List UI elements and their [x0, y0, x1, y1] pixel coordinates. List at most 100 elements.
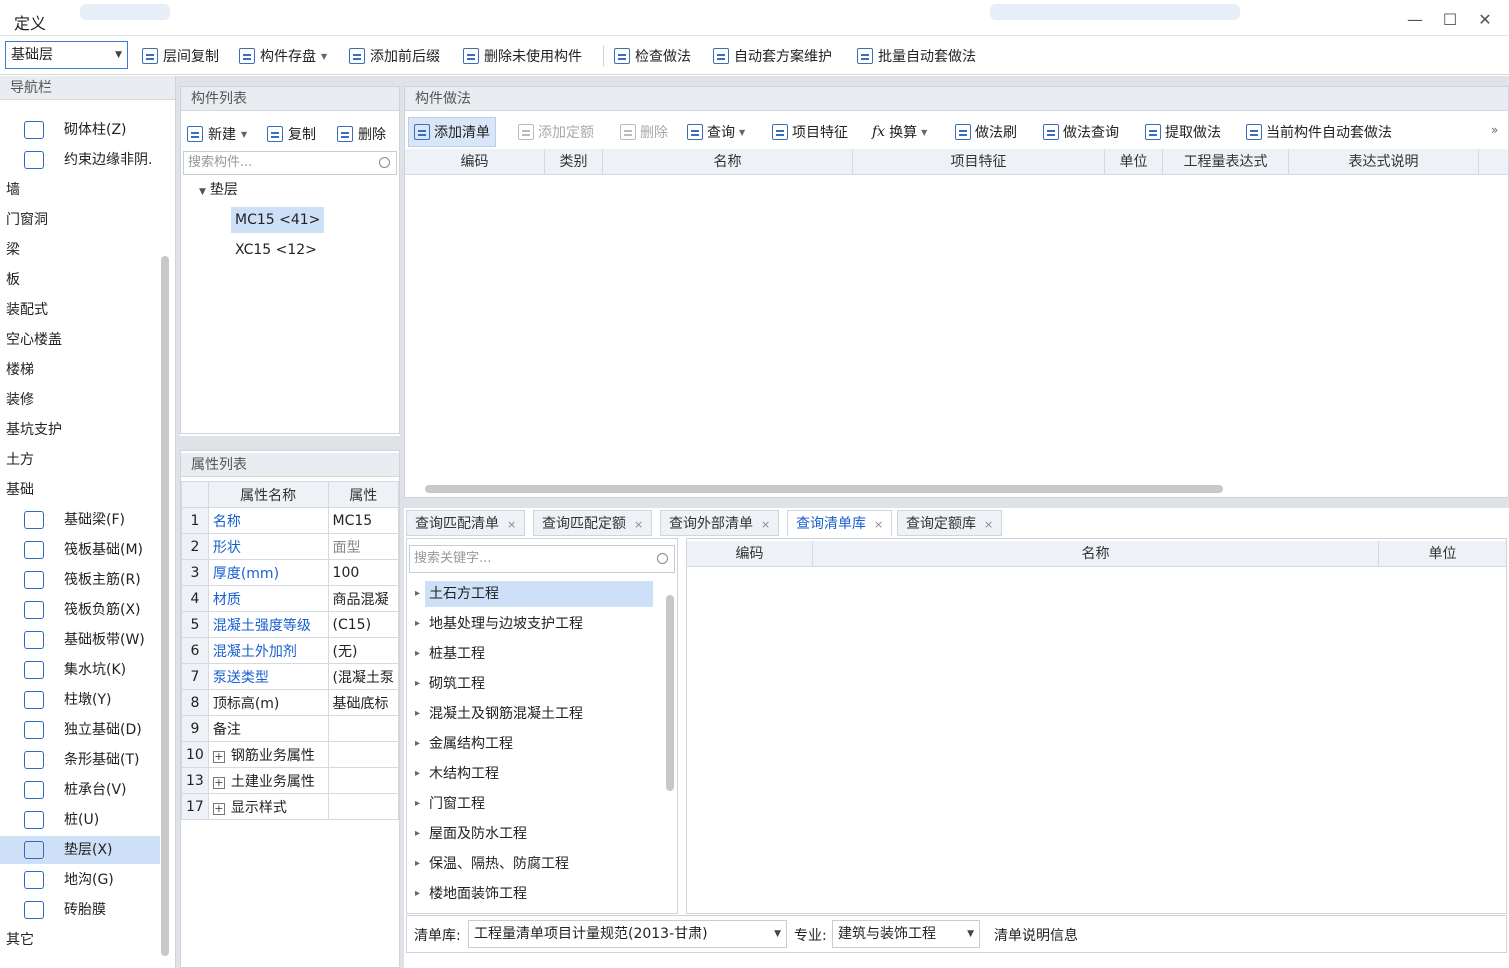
property-row[interactable]: 6 混凝土外加剂 (无): [181, 637, 399, 664]
check-method-button[interactable]: 检查做法: [614, 45, 691, 67]
property-row[interactable]: 13 + 土建业务属性: [181, 767, 399, 794]
col-expr-desc[interactable]: 表达式说明: [1289, 149, 1479, 175]
method-brush-button[interactable]: 做法刷: [950, 117, 1022, 147]
property-row[interactable]: 17 + 显示样式: [181, 793, 399, 820]
nav-category-7[interactable]: 装修: [0, 386, 160, 414]
component-search-input[interactable]: 搜索构件...: [183, 151, 397, 175]
expand-icon[interactable]: +: [212, 750, 225, 763]
extract-method-button[interactable]: 提取做法: [1140, 117, 1226, 147]
col-lib-code[interactable]: 编码: [687, 541, 813, 567]
close-icon[interactable]: ×: [634, 518, 643, 531]
library-item[interactable]: 门窗工程: [415, 791, 489, 817]
col-lib-unit[interactable]: 单位: [1379, 541, 1506, 567]
nav-category-1[interactable]: 门窗洞: [0, 206, 160, 234]
query-button[interactable]: 查询 ▼: [682, 117, 750, 147]
library-scrollbar[interactable]: [666, 595, 674, 791]
library-search-input[interactable]: 搜索关键字...: [409, 545, 675, 573]
nav-item-foundation-1[interactable]: 筏板基础(M): [0, 536, 160, 564]
col-unit[interactable]: 单位: [1105, 149, 1163, 175]
nav-item-foundation-6[interactable]: 柱墩(Y): [0, 686, 160, 714]
nav-category-5[interactable]: 空心楼盖: [0, 326, 160, 354]
library-select[interactable]: 工程量清单项目计量规范(2013-甘肃) ▼: [468, 920, 787, 948]
nav-item-foundation-4[interactable]: 基础板带(W): [0, 626, 160, 654]
property-row[interactable]: 5 混凝土强度等级 (C15): [181, 611, 399, 638]
expand-icon[interactable]: +: [212, 802, 225, 815]
library-item[interactable]: 混凝土及钢筋混凝土工程: [415, 701, 587, 727]
close-button[interactable]: ✕: [1473, 8, 1497, 32]
nav-category-10[interactable]: 基础: [0, 476, 160, 504]
major-select[interactable]: 建筑与装饰工程 ▼: [832, 920, 980, 948]
nav-item-foundation-9[interactable]: 桩承台(V): [0, 776, 160, 804]
nav-category-6[interactable]: 楼梯: [0, 356, 160, 384]
tree-node-mc15[interactable]: MC15 <41>: [231, 207, 325, 233]
item-feature-button[interactable]: 项目特征: [767, 117, 853, 147]
splitter[interactable]: [180, 436, 400, 450]
library-item[interactable]: 桩基工程: [415, 641, 489, 667]
library-item[interactable]: 地基处理与边坡支护工程: [415, 611, 587, 637]
property-row[interactable]: 4 材质 商品混凝: [181, 585, 399, 612]
close-icon[interactable]: ×: [507, 518, 516, 531]
tree-node-xc15[interactable]: XC15 <12>: [231, 237, 321, 263]
library-item[interactable]: 保温、隔热、防腐工程: [415, 851, 573, 877]
tab-1[interactable]: 查询匹配定额 ×: [533, 510, 653, 536]
property-row[interactable]: 8 顶标高(m) 基础底标: [181, 689, 399, 716]
nav-category-0[interactable]: 墙: [0, 176, 160, 204]
nav-category-4[interactable]: 装配式: [0, 296, 160, 324]
nav-category-9[interactable]: 土方: [0, 446, 160, 474]
property-row[interactable]: 3 厚度(mm) 100: [181, 559, 399, 586]
library-item[interactable]: 木结构工程: [415, 761, 503, 787]
add-quota-button[interactable]: 添加定额: [513, 117, 599, 147]
col-feature[interactable]: 项目特征: [853, 149, 1105, 175]
tab-2[interactable]: 查询外部清单 ×: [660, 510, 780, 536]
library-item[interactable]: 金属结构工程: [415, 731, 517, 757]
delete-method-button[interactable]: 删除: [615, 117, 673, 147]
auto-scheme-maintain-button[interactable]: 自动套方案维护: [713, 45, 832, 67]
maximize-button[interactable]: ☐: [1438, 8, 1462, 32]
method-query-button[interactable]: 做法查询: [1038, 117, 1124, 147]
bill-info-link[interactable]: 清单说明信息: [994, 925, 1078, 945]
property-row[interactable]: 2 形状 面型: [181, 533, 399, 560]
nav-item-foundation-12[interactable]: 地沟(G): [0, 866, 160, 894]
property-row[interactable]: 7 泵送类型 (混凝土泵: [181, 663, 399, 690]
add-prefix-suffix-button[interactable]: 添加前后缀: [349, 45, 440, 67]
nav-item-top-0[interactable]: 砌体柱(Z): [0, 116, 160, 144]
nav-category-2[interactable]: 梁: [0, 236, 160, 264]
new-component-button[interactable]: 新建 ▼: [187, 123, 247, 145]
method-hscrollbar[interactable]: [425, 485, 1223, 493]
copy-component-button[interactable]: 复制: [267, 123, 316, 145]
save-component-button[interactable]: 构件存盘 ▼: [239, 45, 327, 67]
nav-item-foundation-10[interactable]: 桩(U): [0, 806, 160, 834]
library-item[interactable]: 楼地面装饰工程: [415, 881, 531, 907]
tree-node-root[interactable]: ▼ 垫层: [195, 177, 242, 203]
nav-item-foundation-13[interactable]: 砖胎膜: [0, 896, 160, 924]
more-tools-button[interactable]: »: [1491, 123, 1498, 137]
nav-item-foundation-11[interactable]: 垫层(X): [0, 836, 160, 864]
add-bill-button[interactable]: 添加清单: [408, 117, 496, 147]
library-item[interactable]: 屋面及防水工程: [415, 821, 531, 847]
library-item[interactable]: 土石方工程: [415, 581, 653, 607]
close-icon[interactable]: ×: [874, 518, 883, 531]
expand-icon[interactable]: +: [212, 776, 225, 789]
minimize-button[interactable]: —: [1403, 8, 1427, 32]
nav-item-foundation-2[interactable]: 筏板主筋(R): [0, 566, 160, 594]
convert-button[interactable]: fx 换算 ▼: [867, 117, 932, 147]
close-icon[interactable]: ×: [984, 518, 993, 531]
col-type[interactable]: 类别: [545, 149, 603, 175]
nav-category-3[interactable]: 板: [0, 266, 160, 294]
nav-item-foundation-8[interactable]: 条形基础(T): [0, 746, 160, 774]
tab-3[interactable]: 查询清单库 ×: [787, 510, 893, 536]
nav-category-8[interactable]: 基坑支护: [0, 416, 160, 444]
delete-unused-button[interactable]: 删除未使用构件: [463, 45, 582, 67]
nav-item-top-1[interactable]: 约束边缘非阴.: [0, 146, 160, 174]
current-auto-method-button[interactable]: 当前构件自动套做法: [1241, 117, 1397, 147]
col-code[interactable]: 编码: [405, 149, 545, 175]
nav-item-foundation-7[interactable]: 独立基础(D): [0, 716, 160, 744]
nav-scrollbar[interactable]: [161, 256, 169, 956]
tab-0[interactable]: 查询匹配清单 ×: [406, 510, 526, 536]
col-lib-name[interactable]: 名称: [813, 541, 1379, 567]
library-item[interactable]: 砌筑工程: [415, 671, 489, 697]
property-row[interactable]: 10 + 钢筋业务属性: [181, 741, 399, 768]
close-icon[interactable]: ×: [761, 518, 770, 531]
nav-category-other[interactable]: 其它: [0, 926, 160, 954]
nav-item-foundation-0[interactable]: 基础梁(F): [0, 506, 160, 534]
